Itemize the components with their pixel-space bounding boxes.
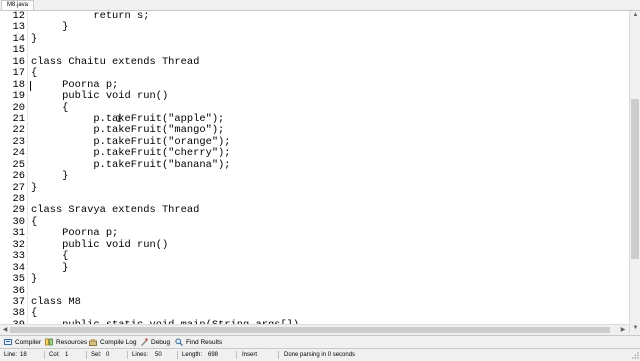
scroll-right-icon[interactable]: ▶ [619,326,627,334]
resources-icon [45,338,53,346]
editor-tab-bar: M8.java [0,0,640,11]
code-area[interactable]: 12 return s; 13 } 14} 15 16 class Chaitu exte… [0,11,629,331]
status-bar: Line: 18 Col: 1 Sel: 0 Lines: 50 Length:… [0,348,640,361]
code-text[interactable]: } [31,33,37,45]
line-number: 33 [12,250,25,263]
resources-tab-label: Resources [56,338,88,346]
compiler-tab[interactable]: Compiler [4,337,41,347]
code-line[interactable]: 12 return s; [0,11,629,22]
scroll-left-icon[interactable]: ◀ [1,326,9,334]
status-divider [236,351,237,359]
line-number: 19 [12,90,25,103]
scroll-up-icon[interactable]: ▲ [632,12,639,19]
status-divider [44,351,45,359]
code-text[interactable]: class Sravya extends Thread [31,204,199,216]
status-line-value: 18 [20,352,27,358]
status-lines-value: 50 [155,352,162,358]
line-number: 17 [12,67,25,80]
find-results-icon [175,338,183,346]
compiler-icon [4,338,12,346]
status-length-value: 698 [208,352,219,358]
code-line[interactable]: 35} [0,273,629,286]
code-line[interactable]: 25 p.takeFruit("banana"); [0,159,629,171]
code-editor[interactable]: 12 return s; 13 } 14} 15 16 class Chaitu exte… [0,11,629,334]
status-divider [127,351,128,359]
vertical-scroll-thumb[interactable] [631,99,639,259]
mouse-ibeam-cursor-icon: I [116,115,123,126]
code-text[interactable]: } [31,273,37,285]
scroll-down-icon[interactable]: ▼ [632,325,639,332]
compile-log-tab-label: Compile Log [100,338,137,346]
bottom-panel-tabs: Compiler Resources Compile Log Debug Fin… [0,335,640,348]
horizontal-scroll-thumb[interactable] [10,327,610,333]
find-results-tab[interactable]: Find Results [175,337,222,347]
code-line[interactable]: 36 [0,285,629,297]
code-line[interactable]: 24 p.takeFruit("cherry"); [0,147,629,160]
compile-log-icon [89,338,97,346]
horizontal-scrollbar[interactable]: ◀ ▶ [0,324,629,335]
code-line[interactable]: 34 } [0,262,629,274]
code-line[interactable]: 27} [0,182,629,194]
code-line[interactable]: 29 class Sravya extends Thread [0,204,629,216]
code-text[interactable]: } [31,182,37,194]
code-line[interactable]: 13 } [0,21,629,33]
status-col-value: 1 [65,352,69,358]
code-line[interactable]: 17 { [0,67,629,80]
code-text[interactable]: public void run() [31,90,168,102]
code-text[interactable]: { [31,250,68,262]
compile-log-tab[interactable]: Compile Log [89,337,137,347]
status-col-label: Col: [49,352,60,358]
find-results-tab-label: Find Results [186,338,223,346]
code-line[interactable]: 19 public void run() [0,90,629,103]
status-divider [86,351,87,359]
status-divider [177,351,178,359]
status-length-label: Length: [182,352,203,358]
status-message: Done parsing in 0 seconds [284,352,356,358]
status-line-label: Line: [4,352,18,358]
status-divider [278,351,279,359]
line-number: 35 [12,273,25,286]
code-text[interactable]: { [31,67,37,79]
vertical-scrollbar[interactable]: ▲ ▼ [629,11,640,334]
line-number: 24 [12,147,25,160]
debug-tab-label: Debug [151,338,171,346]
code-line[interactable]: 32 public void run() [0,239,629,251]
code-line[interactable]: 16 class Chaitu extends Thread [0,56,629,68]
file-tab[interactable]: M8.java [1,0,35,10]
code-line[interactable]: 26 } [0,170,629,183]
line-number: 26 [12,170,25,183]
code-line[interactable]: 33 { [0,250,629,263]
status-lines-label: Lines: [132,352,149,358]
debug-tab[interactable]: Debug [140,337,170,347]
resize-grip-icon[interactable] [631,351,639,359]
code-text[interactable]: } [31,170,68,182]
code-text[interactable]: class M8 [31,296,81,308]
code-text[interactable]: class Chaitu extends Thread [31,56,199,68]
compiler-tab-label: Compiler [15,338,42,346]
code-line[interactable]: 37 class M8 [0,296,629,308]
resources-tab[interactable]: Resources [45,337,87,347]
status-sel-value: 0 [106,352,110,358]
status-sel-label: Sel: [91,352,102,358]
status-mode: Insert [242,352,258,358]
code-line[interactable]: 14} [0,33,629,45]
debug-icon [140,338,148,346]
text-caret [30,80,31,91]
code-text[interactable]: p.takeFruit("cherry"); [31,147,230,159]
